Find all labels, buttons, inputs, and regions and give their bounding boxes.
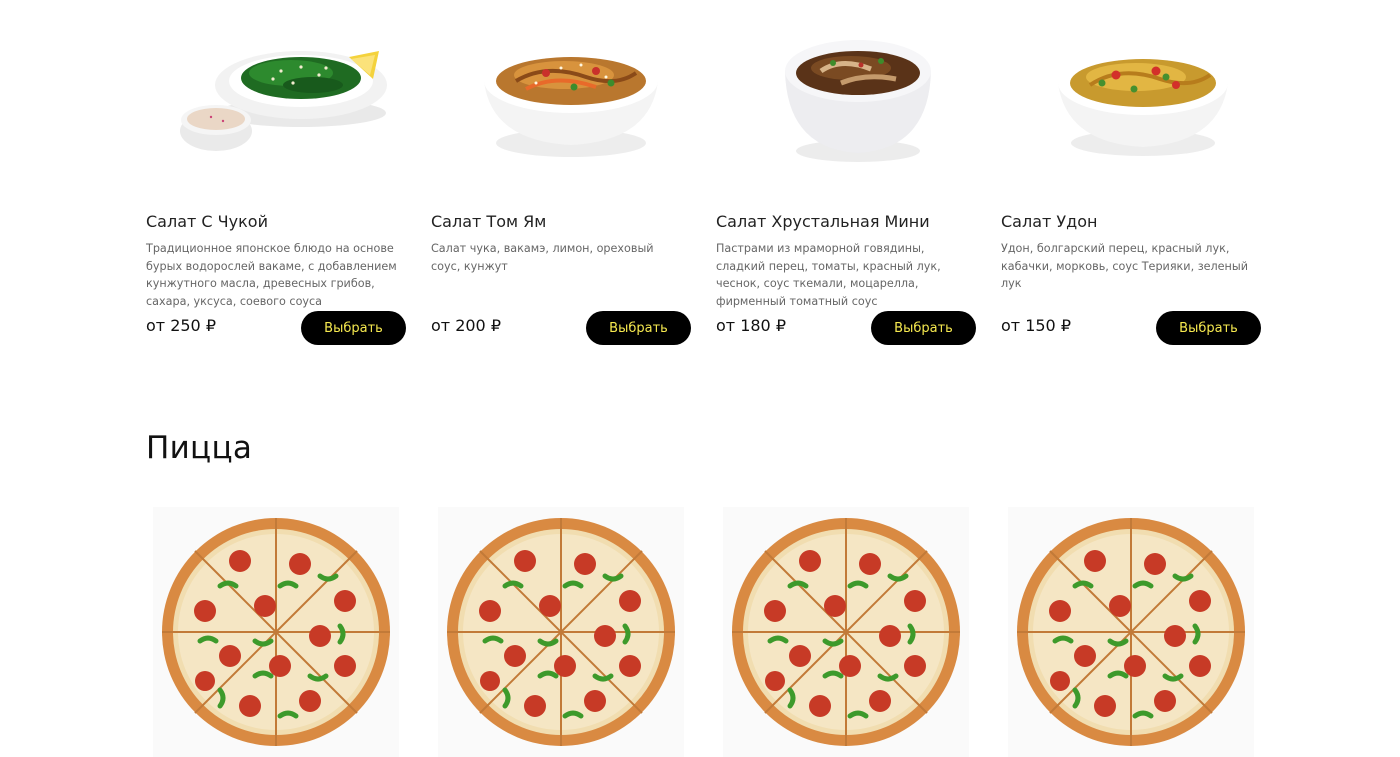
udon-salad-image[interactable] bbox=[1001, 0, 1261, 185]
product-title[interactable]: Салат С Чукой bbox=[146, 212, 268, 231]
crystal-mini-salad-image[interactable] bbox=[716, 0, 976, 185]
product-description: Традиционное японское блюдо на основе бу… bbox=[146, 242, 397, 308]
product-card: Салат Хрустальная Мини Пастрами из мрамо… bbox=[716, 0, 976, 345]
product-card: Салат Том Ям Салат чука, вакамэ, лимон, … bbox=[431, 0, 691, 345]
product-title[interactable]: Салат Удон bbox=[1001, 212, 1097, 231]
salad-grid: Салат С Чукой Традиционное японское блюд… bbox=[146, 0, 1261, 345]
tom-yam-salad-image[interactable] bbox=[431, 0, 691, 185]
meat-salad-bowl-icon bbox=[785, 39, 931, 162]
pizza-card[interactable] bbox=[431, 505, 691, 757]
section-title-pizza: Пицца bbox=[146, 430, 253, 466]
udon-bowl-icon bbox=[1058, 50, 1228, 156]
pepperoni-pizza-icon bbox=[162, 518, 390, 746]
product-title[interactable]: Салат Том Ям bbox=[431, 212, 546, 231]
choose-button[interactable]: Выбрать bbox=[586, 311, 691, 345]
product-description: Пастрами из мраморной говядины, сладкий … bbox=[716, 242, 941, 308]
pizza-card[interactable] bbox=[146, 505, 406, 757]
product-card: Салат Удон Удон, болгарский перец, красн… bbox=[1001, 0, 1261, 345]
menu-page: Салат С Чукой Традиционное японское блюд… bbox=[0, 0, 1400, 757]
product-description: Удон, болгарский перец, красный лук, каб… bbox=[1001, 242, 1248, 290]
product-price: от 250 ₽ bbox=[146, 316, 216, 335]
product-title[interactable]: Салат Хрустальная Мини bbox=[716, 212, 930, 231]
choose-button[interactable]: Выбрать bbox=[1156, 311, 1261, 345]
pepperoni-pizza-icon bbox=[447, 518, 675, 746]
pizza-card[interactable] bbox=[716, 505, 976, 757]
seaweed-salad-icon bbox=[180, 50, 387, 151]
pizza-card[interactable] bbox=[1001, 505, 1261, 757]
choose-button[interactable]: Выбрать bbox=[301, 311, 406, 345]
pizza-grid bbox=[146, 505, 1261, 757]
seaweed-salad-image[interactable] bbox=[146, 0, 406, 185]
product-description: Салат чука, вакамэ, лимон, ореховый соус… bbox=[431, 242, 654, 273]
noodle-bowl-icon bbox=[484, 48, 658, 157]
product-price: от 200 ₽ bbox=[431, 316, 501, 335]
product-card: Салат С Чукой Традиционное японское блюд… bbox=[146, 0, 406, 345]
pepperoni-pizza-icon bbox=[732, 518, 960, 746]
product-price: от 150 ₽ bbox=[1001, 316, 1071, 335]
pepperoni-pizza-icon bbox=[1017, 518, 1245, 746]
product-price: от 180 ₽ bbox=[716, 316, 786, 335]
choose-button[interactable]: Выбрать bbox=[871, 311, 976, 345]
